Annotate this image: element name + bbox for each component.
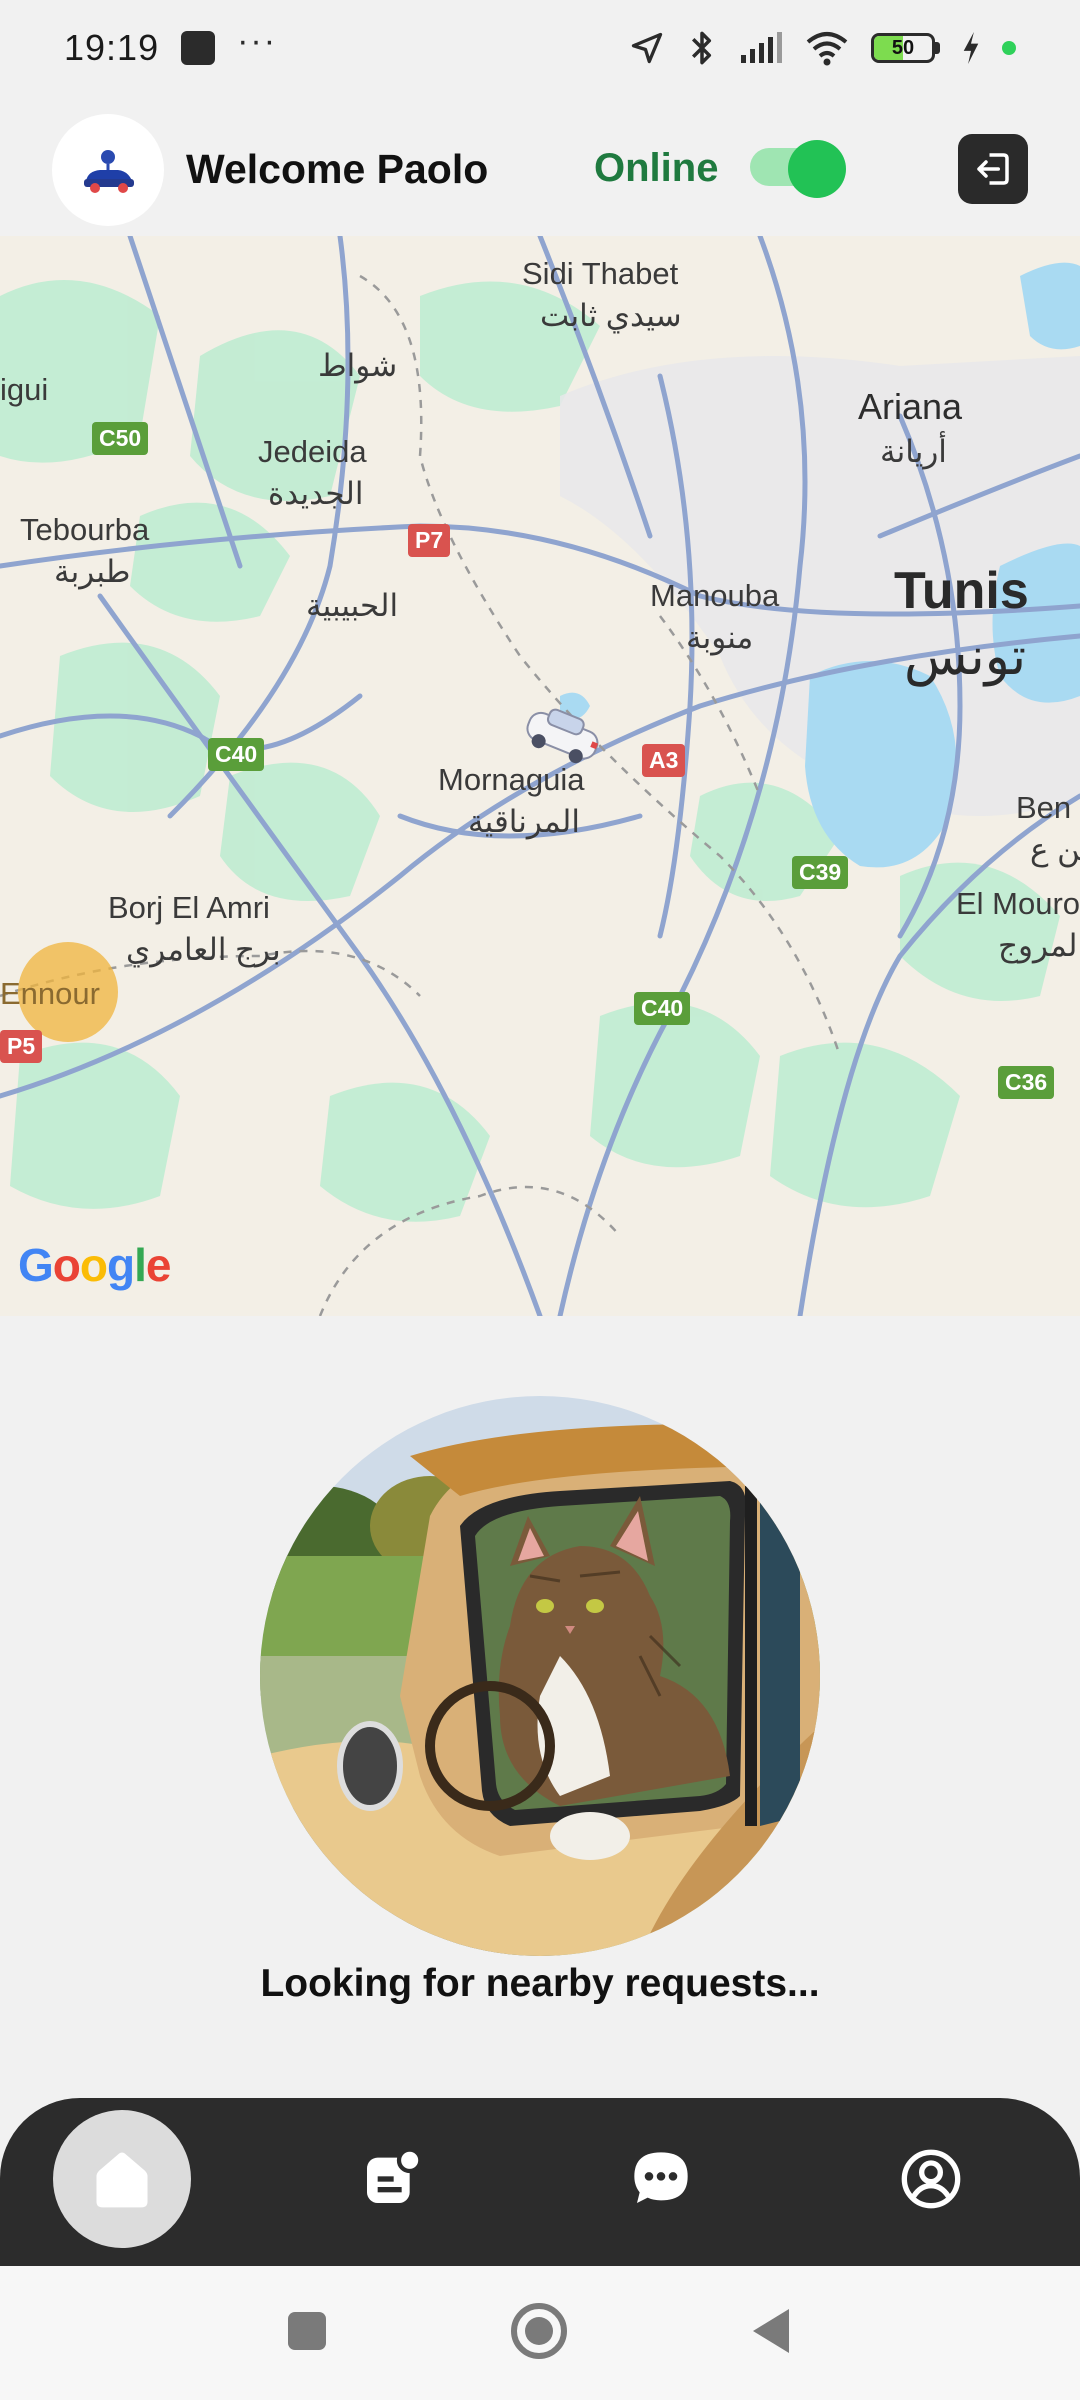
map-label-habibia-ar: الحبيبية [306,588,399,623]
back-icon [753,2309,789,2353]
signal-icon [741,32,782,63]
map-label-ariana: Ariana [858,386,963,427]
map-label-ben: Ben [1016,790,1072,825]
car-marker-icon [526,708,599,764]
road-badge-c40-a: C40 [208,738,265,771]
battery-icon: 50 [871,33,940,63]
back-button[interactable] [736,2296,806,2366]
wifi-icon [806,32,848,66]
chat-icon [634,2152,688,2203]
status-time: 19:19 [64,27,160,68]
home-icon [96,2152,148,2208]
bottom-navigation [0,2098,1080,2266]
profile-icon [901,2149,961,2209]
online-status-label: Online [594,146,719,190]
active-dot-icon [1002,41,1016,55]
map-label-manouba-ar: منوبة [686,620,754,655]
map-label-tunis: Tunis [894,562,1029,620]
map-label-sidi-thabet-ar: سيدي ثابت [540,298,682,333]
battery-level: 50 [891,36,915,59]
status-bar: 19:19 ··· 50 [0,0,1080,96]
map-label-igui: igui [0,372,49,407]
cat-photo-illustration [260,1396,820,1956]
nav-profile[interactable] [862,2110,1000,2248]
road-badge-a3: A3 [642,744,686,777]
status-right: 50 [629,29,1016,67]
welcome-title: Welcome Paolo [186,146,489,192]
logout-button[interactable] [958,134,1028,204]
battery-body: 50 [871,33,935,63]
app-header: Welcome Paolo Online [0,110,1080,230]
google-attribution-logo: Google [18,1239,171,1291]
map-label-tunis-ar: تونس [904,628,1027,686]
map-label-borj-el-amri-ar: برج العامري [126,932,281,967]
map-label-el-mourouj-ar: المروج [998,928,1080,963]
map-label-tebourba-ar: طبربة [54,554,131,589]
road-badge-p5: P5 [0,1030,43,1063]
map-label-manouba: Manouba [650,578,780,613]
battery-cap [935,42,940,54]
map-label-ariana-ar: أريانة [880,434,947,469]
road-badge-c36: C36 [998,1066,1055,1099]
map-label-el-mourouj: El Mourouj [956,886,1080,921]
location-arrow-icon [631,32,663,64]
cat-driving-car-photo [260,1396,820,1956]
charging-icon [963,32,979,64]
searching-status-text: Looking for nearby requests... [260,1962,820,2005]
map-label-tebourba: Tebourba [20,512,150,547]
nav-requests[interactable] [322,2110,460,2248]
map-label-shawat-ar: شواط [318,348,398,383]
recents-button[interactable] [272,2296,342,2366]
system-home-button[interactable] [504,2296,574,2366]
car-logo-icon [84,150,134,193]
home-circle-icon [511,2303,567,2359]
app-notification-icon [181,31,216,65]
more-notifications-icon: ··· [237,21,278,60]
nav-home[interactable] [53,2110,191,2248]
bluetooth-icon [691,31,712,65]
system-navigation-bar [0,2266,1080,2400]
nav-chat[interactable] [592,2110,730,2248]
road-badge-c40-b: C40 [634,992,691,1025]
map-label-jedeida: Jedeida [258,434,367,469]
online-toggle[interactable] [750,140,846,198]
map-view[interactable]: Sidi Thabet سيدي ثابت شواط igui Jedeida … [0,236,1080,1316]
toggle-thumb [788,140,846,198]
map-label-jedeida-ar: الجديدة [268,476,364,511]
avatar[interactable] [52,114,164,226]
road-badge-p7: P7 [408,524,451,557]
map-label-sidi-thabet: Sidi Thabet [522,256,679,291]
map-label-ennour: Ennour [0,976,100,1011]
logout-icon [977,153,1009,185]
status-left: 19:19 ··· [64,22,277,69]
notes-icon [367,2147,423,2203]
road-badge-c50: C50 [92,422,149,455]
recents-icon [288,2312,326,2350]
road-badge-c39: C39 [792,856,849,889]
map-label-borj-el-amri: Borj El Amri [108,890,270,925]
map-label-mornaguia-ar: المرناقية [468,804,580,839]
map-label-ben-ar: بن ع [1030,832,1080,867]
